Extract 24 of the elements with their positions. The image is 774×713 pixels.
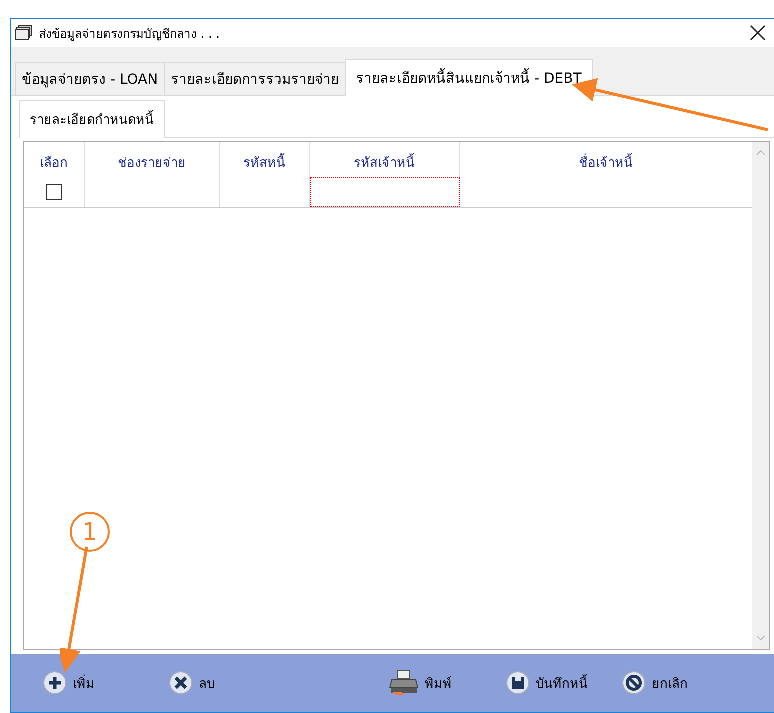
column-header: ช่องรายจ่าย — [85, 142, 220, 177]
tab[interactable]: ข้อมูลจ่ายตรง - LOAN — [15, 62, 166, 95]
x-icon — [169, 671, 193, 695]
tab[interactable]: รายละเอียดกำหนดหนี้ — [19, 100, 165, 138]
column-header: ชื่อเจ้าหนี้ — [460, 142, 752, 177]
floppy-disk-icon — [506, 671, 530, 695]
checkbox[interactable] — [46, 184, 62, 200]
close-icon[interactable] — [750, 25, 766, 41]
column-header: รหัสหนี้ — [220, 142, 310, 177]
column-header: เลือก — [24, 142, 85, 177]
add-button[interactable]: เพิ่ม — [41, 669, 97, 697]
save-button[interactable]: บันทึกหนี้ — [504, 669, 590, 697]
no-entry-icon — [622, 671, 646, 695]
focused-cell[interactable] — [310, 177, 460, 207]
window-icon — [15, 25, 33, 41]
annotation-number: 1 — [70, 512, 110, 552]
cancel-button[interactable]: ยกเลิก — [620, 669, 690, 697]
column-header: รหัสเจ้าหนี้ — [310, 142, 460, 177]
tab[interactable]: รายละเอียดหนี้สินแยกเจ้าหนี้ - DEBT — [345, 59, 593, 96]
print-button[interactable]: พิมพ์ — [387, 668, 454, 698]
delete-button[interactable]: ลบ — [167, 669, 217, 697]
printer-icon — [389, 670, 419, 696]
window-title: ส่งข้อมูลจ่ายตรงกรมบัญชีกลาง . . . — [39, 26, 221, 42]
plus-icon — [43, 671, 67, 695]
